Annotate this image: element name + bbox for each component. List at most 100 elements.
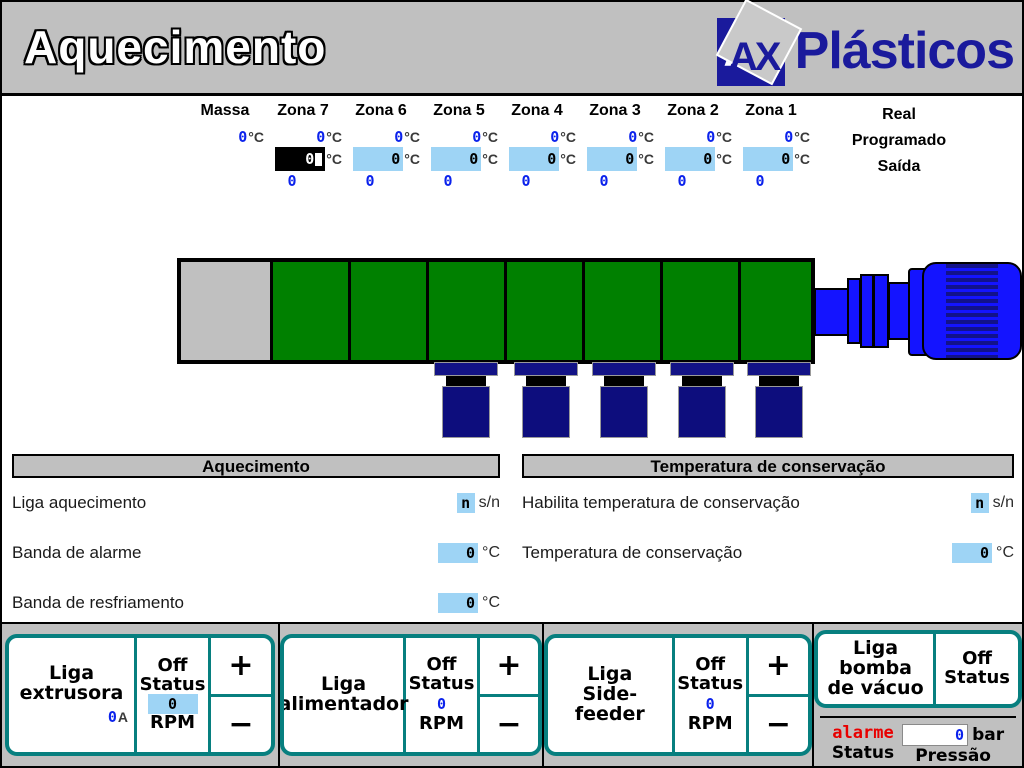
- rpm-stepper-alimentador: + −: [480, 638, 538, 752]
- heater-flange: [747, 362, 811, 376]
- row-label-real: Real: [882, 106, 916, 123]
- panel-row-input[interactable]: n: [456, 493, 475, 513]
- start-button-alimentador[interactable]: Liga alimentador: [284, 638, 409, 752]
- panel-row-input[interactable]: 0: [952, 543, 993, 563]
- zone-real-value: 0: [784, 128, 794, 146]
- start-button-side-feeder[interactable]: Liga Side-feeder: [548, 638, 675, 752]
- zone-programado-input[interactable]: 0: [431, 147, 482, 171]
- zone-programado-input[interactable]: 0: [665, 147, 716, 171]
- start-label-line2-alimentador: alimentador: [280, 693, 409, 715]
- panel-row-label: Liga aquecimento: [12, 493, 147, 512]
- rpm-increase-button-side-feeder[interactable]: +: [748, 638, 808, 697]
- page-header: Aquecimento AX AX Plásticos: [2, 0, 1022, 96]
- panel-row-input[interactable]: 0: [438, 593, 479, 613]
- rpm-increase-button-extrusora[interactable]: +: [211, 638, 271, 697]
- vacuum-pump-button[interactable]: Liga bomba de vácuo: [818, 634, 937, 704]
- extruder-barrel: [177, 258, 815, 364]
- heater-flange: [434, 362, 498, 376]
- panel-row-input[interactable]: 0: [438, 543, 479, 563]
- coupling-part-2: [847, 278, 861, 344]
- pressure-input[interactable]: 0: [902, 724, 969, 746]
- vacuum-pump-control[interactable]: Liga bomba de vácuo Off Status: [814, 630, 1022, 708]
- panel-row: Banda de resfriamento 0 °C: [12, 578, 500, 628]
- rpm-stepper-side-feeder: + −: [748, 638, 808, 753]
- control-bar: Liga extrusora 0A Off Status 0 RPM + − L…: [2, 622, 1022, 766]
- panel-row-value: 0 °C: [438, 543, 500, 563]
- barrel-zone-segment: [663, 262, 741, 360]
- zone-programado-input[interactable]: 0: [275, 147, 326, 171]
- pressure-col: 0 bar Pressão: [902, 724, 1004, 766]
- zone-programado-row: 0 °C: [650, 147, 736, 171]
- alarm-status-col: alarme Status: [832, 724, 894, 763]
- rpm-decrease-button-extrusora[interactable]: −: [211, 697, 271, 753]
- row-label-programado: Programado: [851, 132, 947, 149]
- heater-body: [678, 386, 726, 438]
- rpm-input-extrusora[interactable]: 0: [147, 694, 198, 715]
- zone-programado-unit: °C: [794, 151, 810, 167]
- panel-row-label: Temperatura de conservação: [522, 543, 743, 562]
- zone-real-row: 0 °C: [416, 126, 502, 148]
- zone-programado-row: 0 °C: [416, 147, 502, 171]
- start-button-extrusora[interactable]: Liga extrusora 0A: [9, 638, 137, 752]
- rpm-increase-button-alimentador[interactable]: +: [480, 638, 538, 697]
- zone-real-row: 0 °C: [572, 126, 658, 148]
- zone-saida-value: 0: [287, 172, 297, 190]
- heater-body: [442, 386, 490, 438]
- rpm-stepper-extrusora: + −: [211, 638, 271, 752]
- zone-real-value: 0: [550, 128, 560, 146]
- start-label-line1-extrusora: Liga: [48, 662, 95, 685]
- rpm-decrease-button-side-feeder[interactable]: −: [749, 697, 808, 753]
- heater-block: [592, 362, 656, 438]
- rpm-value-side-feeder: 0: [705, 695, 715, 714]
- zone-saida-row: 0: [572, 170, 658, 192]
- panel-row-value: n s/n: [456, 493, 500, 513]
- heater-flange: [592, 362, 656, 376]
- zone-header: Massa: [200, 102, 250, 119]
- zone-programado-input[interactable]: 0: [509, 147, 560, 171]
- zone-real-value: 0: [238, 128, 248, 146]
- zone-real-row: 0 °C: [182, 126, 268, 148]
- alarm-status-value: alarme: [832, 723, 894, 743]
- zone-real-value: 0: [472, 128, 482, 146]
- zone-programado-input[interactable]: 0: [743, 147, 794, 171]
- coupling-part-4: [873, 274, 889, 348]
- rpm-decrease-button-alimentador[interactable]: −: [480, 697, 538, 753]
- zone-real-value: 0: [628, 128, 638, 146]
- extruder-diagram: [2, 250, 1022, 445]
- status-cell-side-feeder: Off Status 0 RPM: [675, 638, 749, 752]
- heater-block: [747, 362, 811, 438]
- start-label-line2-side-feeder: Side-feeder: [574, 683, 645, 725]
- text-cursor: [315, 153, 323, 166]
- zone-header: Zona 3: [589, 102, 641, 119]
- zone-column: Massa 0 °C: [182, 102, 268, 192]
- page-title: Aquecimento: [24, 21, 327, 73]
- zone-saida-value: 0: [677, 172, 687, 190]
- vacuum-status: Off Status: [936, 634, 1018, 704]
- zone-programado-input[interactable]: 0: [587, 147, 638, 171]
- panel-row-input[interactable]: n: [970, 493, 989, 513]
- status-label-alimentador: Status: [408, 672, 475, 694]
- panel-row-label: Habilita temperatura de conservação: [522, 493, 800, 512]
- heater-body: [600, 386, 648, 438]
- zone-programado-row: 0 °C: [494, 147, 580, 171]
- zone-header: Zona 6: [355, 102, 407, 119]
- zone-programado-row: 0 °C: [260, 147, 346, 171]
- zone-row-labels: Real Programado Saída: [824, 102, 974, 180]
- rpm-value-alimentador: 0: [436, 695, 447, 714]
- zone-saida-row: 0: [728, 170, 814, 192]
- zone-real-value: 0: [394, 128, 404, 146]
- zone-programado-input[interactable]: 0: [353, 147, 404, 171]
- zone-saida-value: 0: [521, 172, 531, 190]
- zone-column: Zona 2 0 °C 0 °C 0: [650, 102, 736, 192]
- zone-saida-row: [182, 170, 268, 192]
- start-label-line1-alimentador: Liga: [320, 673, 367, 696]
- panel-conservacao: Temperatura de conservação Habilita temp…: [522, 454, 1014, 578]
- panel-row-value: n s/n: [970, 493, 1014, 513]
- panel-aquecimento-title: Aquecimento: [12, 454, 500, 478]
- barrel-hopper-segment: [181, 262, 273, 360]
- status-value-alimentador: Off: [426, 653, 457, 675]
- zone-saida-row: 0: [260, 170, 346, 192]
- heater-neck: [682, 376, 722, 386]
- rpm-label-extrusora: RPM: [150, 712, 195, 734]
- barrel-zone-segment: [273, 262, 351, 360]
